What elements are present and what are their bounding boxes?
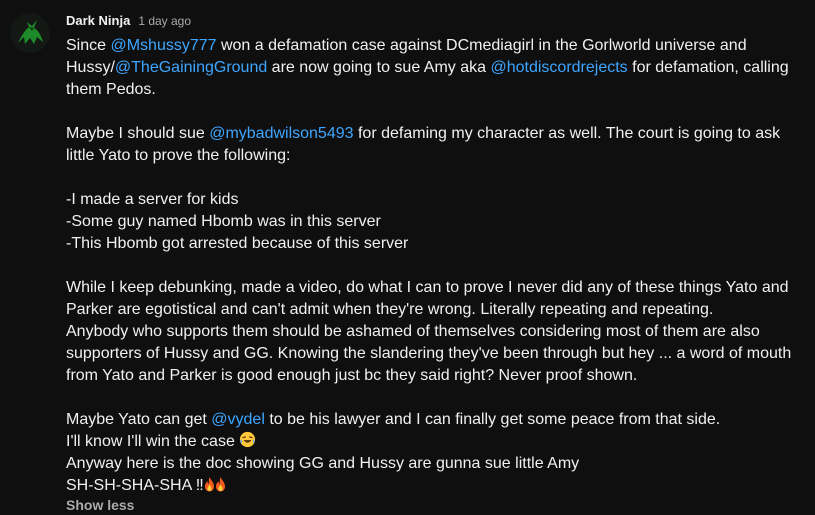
comment-text-segment: Anyway here is the doc showing GG and Hu…	[66, 455, 580, 472]
comment-timestamp[interactable]: 1 day ago	[138, 14, 191, 28]
author-name[interactable]: Dark Ninja	[66, 13, 130, 28]
ninja-silhouette-icon	[10, 13, 50, 53]
comment-line: Anybody who supports them should be asha…	[66, 321, 801, 343]
comment-text: Since @Mshussy777 won a defamation case …	[66, 35, 801, 497]
comment-line: them Pedos.	[66, 79, 801, 101]
comment-line: SH-SH-SHA-SHA ‼	[66, 475, 801, 497]
comment-text-segment: -This Hbomb got arrested because of this…	[66, 235, 409, 252]
comment-line: from Yato and Parker is good enough just…	[66, 365, 801, 387]
user-mention-link[interactable]: @Mshussy777	[110, 37, 216, 54]
comment-line: Anyway here is the doc showing GG and Hu…	[66, 453, 801, 475]
comment-text-segment: Maybe I should sue	[66, 125, 210, 142]
comment-text-segment: -Some guy named Hbomb was in this server	[66, 213, 381, 230]
avatar[interactable]	[10, 13, 50, 53]
comment-line: While I keep debunking, made a video, do…	[66, 277, 801, 299]
comment-line: Maybe Yato can get @vydel to be his lawy…	[66, 409, 801, 431]
comment-line: -This Hbomb got arrested because of this…	[66, 233, 801, 255]
comment-text-segment: -I made a server for kids	[66, 191, 239, 208]
comment-text-segment: Anybody who supports them should be asha…	[66, 323, 760, 340]
comment-text-segment: them Pedos.	[66, 81, 156, 98]
comment-line: -I made a server for kids	[66, 189, 801, 211]
comment-line: Parker are egotistical and can't admit w…	[66, 299, 801, 321]
comment-line: I'll know I'll win the case	[66, 431, 801, 453]
comment-text-segment: to be his lawyer and I can finally get s…	[264, 411, 721, 428]
comment-text-segment: While I keep debunking, made a video, do…	[66, 279, 789, 296]
comment-line: Since @Mshussy777 won a defamation case …	[66, 35, 801, 57]
comment-text-segment: from Yato and Parker is good enough just…	[66, 367, 638, 384]
comment-text-segment: I'll know I'll win the case	[66, 433, 240, 450]
user-mention-link[interactable]: @mybadwilson5493	[209, 125, 353, 142]
comment-text-segment: for defaming my character as well. The c…	[353, 125, 781, 142]
fire-emoji-icon	[204, 476, 215, 492]
comment-header: Dark Ninja 1 day ago	[66, 13, 191, 31]
comment-line: Maybe I should sue @mybadwilson5493 for …	[66, 123, 801, 145]
comment-thread: Dark Ninja 1 day ago Since @Mshussy777 w…	[0, 0, 815, 515]
show-less-button[interactable]: Show less	[66, 497, 134, 513]
comment-text-segment: are now going to sue Amy aka	[267, 59, 491, 76]
comment-text-segment: for defamation, calling	[627, 59, 789, 76]
comment-text-segment: supporters of Hussy and GG. Knowing the …	[66, 345, 792, 362]
comment-text-segment: Since	[66, 37, 111, 54]
comment-text-segment: Parker are egotistical and can't admit w…	[66, 301, 714, 318]
comment-line: -Some guy named Hbomb was in this server	[66, 211, 801, 233]
comment-line: little Yato to prove the following:	[66, 145, 801, 167]
comment-line: Hussy/@TheGainingGround are now going to…	[66, 57, 801, 79]
user-mention-link[interactable]: @hotdiscordrejects	[490, 59, 627, 76]
comment-text-segment: SH-SH-SHA-SHA	[66, 477, 196, 494]
comment-text-segment: Hussy/	[66, 59, 115, 76]
user-mention-link[interactable]: @vydel	[211, 411, 265, 428]
comment-text-segment: Maybe Yato can get	[66, 411, 212, 428]
laughing-tears-emoji-icon	[239, 431, 256, 448]
comment-text-segment: ‼	[195, 477, 204, 494]
comment-line: supporters of Hussy and GG. Knowing the …	[66, 343, 801, 365]
user-mention-link[interactable]: @TheGainingGround	[115, 59, 267, 76]
comment-text-segment: little Yato to prove the following:	[66, 147, 291, 164]
comment-text-segment: won a defamation case against DCmediagir…	[216, 37, 747, 54]
fire-emoji-icon	[215, 476, 226, 492]
